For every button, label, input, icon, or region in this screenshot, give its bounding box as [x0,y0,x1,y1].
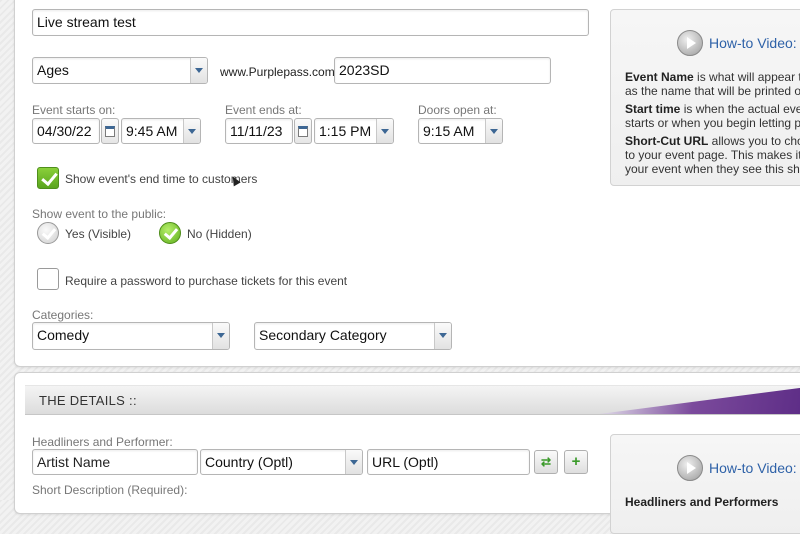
help-line: Short-Cut URL allows you to choo [625,134,800,148]
checkmark-icon [41,224,57,241]
performer-url-input[interactable]: URL (Optl) [367,449,530,475]
doors-time-select[interactable]: 9:15 AM [418,118,503,144]
start-time-value: 9:45 AM [126,123,178,139]
chevron-down-icon [345,450,362,474]
calendar-icon[interactable] [294,118,312,144]
event-ends-label: Event ends at: [225,103,302,117]
help-line: your event when they see this sho [625,162,800,176]
categories-label: Categories: [32,308,94,322]
end-time-value: 1:15 PM [319,123,372,139]
require-password-checkbox[interactable] [37,268,59,290]
primary-category-value: Comedy [37,327,90,343]
how-to-video-link[interactable]: How-to Video: [709,35,797,51]
play-video-icon[interactable] [677,455,703,481]
event-name-input[interactable]: Live stream test [32,9,589,36]
doors-time-value: 9:15 AM [423,123,475,139]
age-select[interactable]: Ages [32,57,208,84]
public-yes-radio[interactable] [37,222,59,244]
public-visibility-label: Show event to the public: [32,207,167,221]
details-title: THE DETAILS :: [39,393,137,408]
help-line: Start time is when the actual even [625,102,800,116]
help-line: Event Name is what will appear th [625,70,800,84]
end-time-select[interactable]: 1:15 PM [314,118,394,144]
chevron-down-icon [376,119,393,143]
help-panel-event-basics: How-to Video: Event Name is what will ap… [610,9,800,186]
checkmark-icon [163,224,179,241]
secondary-category-value: Secondary Category [259,327,387,343]
start-time-select[interactable]: 9:45 AM [121,118,201,144]
show-end-time-checkbox[interactable] [37,167,59,189]
details-card: THE DETAILS :: Headliners and Performer:… [14,372,800,534]
details-header: THE DETAILS :: [25,385,800,415]
age-select-value: Ages [37,62,69,78]
public-yes-label: Yes (Visible) [65,227,132,241]
country-select[interactable]: Country (Optl) [200,449,363,475]
artist-name-input[interactable]: Artist Name [32,449,198,475]
shortcut-url-input[interactable]: 2023SD [334,57,551,84]
help-panel-details: How-to Video: Headliners and Performers [610,434,800,534]
help-line: Headliners and Performers [625,495,779,509]
short-description-label: Short Description (Required): [32,483,188,497]
doors-open-label: Doors open at: [418,103,497,117]
help-line: as the name that will be printed o [625,84,800,98]
help-line: to your event page. This makes it [625,148,800,162]
require-password-label: Require a password to purchase tickets f… [65,274,348,288]
start-date-input[interactable]: 04/30/22 [32,118,100,144]
url-prefix: www.Purplepass.com/ [220,65,339,79]
event-starts-label: Event starts on: [32,103,116,117]
how-to-video-link[interactable]: How-to Video: [709,460,797,476]
country-select-value: Country (Optl) [205,454,293,470]
end-date-input[interactable]: 11/11/23 [225,118,293,144]
shuffle-icon[interactable]: ⇄ [534,450,558,474]
play-video-icon[interactable] [677,30,703,56]
public-no-radio[interactable] [159,222,181,244]
event-basics-card: Live stream test Ages www.Purplepass.com… [14,0,800,367]
brand-swoosh [599,386,800,414]
chevron-down-icon [190,58,207,83]
primary-category-select[interactable]: Comedy [32,322,230,350]
public-no-label: No (Hidden) [187,227,252,241]
help-line: starts or when you begin letting pe [625,116,800,130]
chevron-down-icon [212,323,229,349]
secondary-category-select[interactable]: Secondary Category [254,322,452,350]
chevron-down-icon [183,119,200,143]
add-performer-icon[interactable]: + [564,450,588,474]
chevron-down-icon [485,119,502,143]
checkmark-icon [41,168,58,187]
chevron-down-icon [434,323,451,349]
calendar-icon[interactable] [101,118,119,144]
headliners-label: Headliners and Performer: [32,435,173,449]
